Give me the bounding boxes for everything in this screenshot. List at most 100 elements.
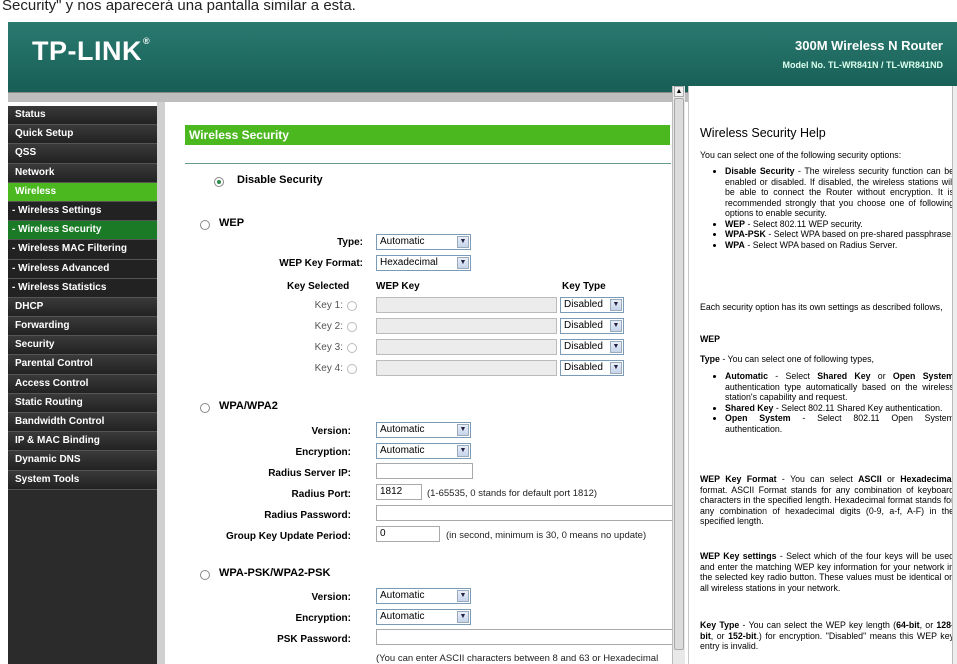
sidebar-item-parental-control[interactable]: Parental Control: [8, 355, 157, 375]
help-bold: Key Type: [700, 620, 740, 630]
sidebar-menu: Status Quick Setup QSS Network Wireless - Wir…: [8, 106, 157, 664]
wpa-encryption-value: Automatic: [380, 445, 425, 456]
help-text: authentication type automatically based …: [725, 381, 954, 403]
help-key-settings: WEP Key settings - Select which of the f…: [700, 551, 954, 593]
sidebar-item-qss[interactable]: QSS: [8, 144, 157, 164]
divider: [185, 163, 671, 164]
help-option: Shared Key - Select 802.11 Shared Key au…: [725, 403, 954, 414]
main-scrollbar[interactable]: ▲: [672, 86, 685, 664]
scrollbar-thumb[interactable]: [674, 98, 684, 650]
sidebar-item-forwarding[interactable]: Forwarding: [8, 317, 157, 337]
wpa-encryption-label: Encryption:: [295, 447, 351, 458]
wpa-encryption-select[interactable]: Automatic ▼: [376, 443, 471, 459]
radio-disable-security[interactable]: [214, 177, 224, 187]
wpa-psk-label: WPA-PSK/WPA2-PSK: [219, 567, 331, 579]
wep-key-format-value: Hexadecimal: [380, 257, 438, 268]
sidebar-item-ip-mac-binding[interactable]: IP & MAC Binding: [8, 432, 157, 452]
wep-key-input[interactable]: [376, 339, 557, 355]
sidebar-item-wireless-mac-filtering[interactable]: - Wireless MAC Filtering: [8, 240, 157, 260]
col-wep-key: WEP Key: [376, 281, 420, 292]
help-bold: Automatic: [725, 371, 769, 381]
sidebar-item-status[interactable]: Status: [8, 106, 157, 126]
wep-key-type-select[interactable]: Disabled ▼: [560, 360, 624, 376]
chevron-down-icon: ▼: [457, 424, 469, 436]
help-bold: WEP: [725, 218, 746, 229]
sidebar-item-dynamic-dns[interactable]: Dynamic DNS: [8, 451, 157, 471]
wep-key-label: Key 2:: [314, 321, 343, 332]
wep-key-input[interactable]: [376, 360, 557, 376]
wep-key-type-select[interactable]: Disabled ▼: [560, 318, 624, 334]
wep-key-input[interactable]: [376, 318, 557, 334]
sidebar-item-wireless-statistics[interactable]: - Wireless Statistics: [8, 278, 157, 298]
sidebar-item-wireless[interactable]: Wireless: [8, 182, 157, 202]
help-option: WPA-PSK - Select WPA based on pre-shared…: [725, 229, 954, 240]
section-title: Wireless Security: [185, 125, 670, 145]
help-wep-heading: WEP: [700, 334, 721, 344]
radio-wpa-wpa2[interactable]: [200, 403, 210, 413]
wep-key-radio[interactable]: [347, 364, 357, 374]
sidebar-item-security[interactable]: Security: [8, 336, 157, 356]
sidebar-item-access-control[interactable]: Access Control: [8, 374, 157, 394]
sidebar-item-network[interactable]: Network: [8, 163, 157, 183]
psk-encryption-value: Automatic: [380, 611, 425, 622]
radio-wep[interactable]: [200, 220, 210, 230]
wep-key-type-select[interactable]: Disabled ▼: [560, 339, 624, 355]
sidebar-item-dhcp[interactable]: DHCP: [8, 297, 157, 318]
psk-version-select[interactable]: Automatic ▼: [376, 588, 471, 604]
help-each: Each security option has its own setting…: [700, 302, 943, 312]
scroll-up-icon[interactable]: ▲: [674, 86, 684, 97]
help-text: or: [870, 371, 893, 381]
psk-password-input[interactable]: [376, 629, 676, 645]
psk-encryption-label: Encryption:: [295, 613, 351, 624]
psk-encryption-select[interactable]: Automatic ▼: [376, 609, 471, 625]
help-key-format: WEP Key Format - You can select ASCII or…: [700, 474, 954, 527]
radius-password-input[interactable]: [376, 505, 676, 521]
wep-key-radio[interactable]: [347, 301, 357, 311]
radius-port-input[interactable]: 1812: [376, 484, 422, 500]
help-text: - You can select one of following types,: [719, 354, 874, 364]
wep-key-type-value: Disabled: [564, 320, 603, 331]
group-key-input[interactable]: 0: [376, 526, 440, 542]
sidebar-item-wireless-security[interactable]: - Wireless Security: [8, 221, 157, 241]
radius-password-label: Radius Password:: [264, 510, 351, 521]
help-text: - Select 802.11 WEP security.: [745, 218, 863, 229]
col-key-type: Key Type: [562, 281, 606, 292]
radius-ip-input[interactable]: [376, 463, 473, 479]
help-bold: WEP Key settings: [700, 551, 777, 561]
help-text: - Select: [768, 371, 818, 381]
radius-port-label: Radius Port:: [291, 489, 351, 500]
wpa-version-select[interactable]: Automatic ▼: [376, 422, 471, 438]
help-option: Automatic - Select Shared Key or Open Sy…: [725, 371, 954, 403]
help-bold: Shared Key: [817, 371, 871, 381]
wep-key-type-value: Disabled: [564, 341, 603, 352]
help-text: , or: [919, 620, 937, 630]
wep-type-value: Automatic: [380, 236, 425, 247]
wep-label: WEP: [219, 217, 245, 229]
radio-wpa-psk[interactable]: [200, 570, 210, 580]
sidebar-item-wireless-advanced[interactable]: - Wireless Advanced: [8, 259, 157, 279]
wep-key-type-select[interactable]: Disabled ▼: [560, 297, 624, 313]
sidebar-item-bandwidth-control[interactable]: Bandwidth Control: [8, 413, 157, 433]
wep-key-format-label: WEP Key Format:: [279, 258, 363, 269]
wep-key-input[interactable]: [376, 297, 557, 313]
wep-key-radio[interactable]: [347, 322, 357, 332]
help-scrollbar[interactable]: [952, 86, 957, 664]
sidebar-item-quick-setup[interactable]: Quick Setup: [8, 125, 157, 145]
sidebar-item-system-tools[interactable]: System Tools: [8, 470, 157, 490]
radius-ip-label: Radius Server IP:: [268, 468, 351, 479]
help-option: WEP - Select 802.11 WEP security.: [725, 219, 954, 230]
group-key-note: (in second, minimum is 30, 0 means no up…: [446, 530, 647, 541]
disable-security-label: Disable Security: [237, 174, 323, 186]
wep-type-select[interactable]: Automatic ▼: [376, 234, 471, 250]
sidebar-item-wireless-settings[interactable]: - Wireless Settings: [8, 201, 157, 222]
wep-key-radio[interactable]: [347, 343, 357, 353]
chevron-down-icon: ▼: [610, 320, 622, 332]
chevron-down-icon: ▼: [457, 611, 469, 623]
help-bold: WEP Key Format: [700, 474, 777, 484]
help-bold: Open System: [892, 371, 954, 381]
caption-text: Security" y nos aparecerá una pantalla s…: [2, 0, 356, 14]
sidebar-item-static-routing[interactable]: Static Routing: [8, 393, 157, 413]
wpa-version-value: Automatic: [380, 424, 425, 435]
wep-key-format-select[interactable]: Hexadecimal ▼: [376, 255, 471, 271]
help-option: WPA - Select WPA based on Radius Server.: [725, 240, 954, 251]
